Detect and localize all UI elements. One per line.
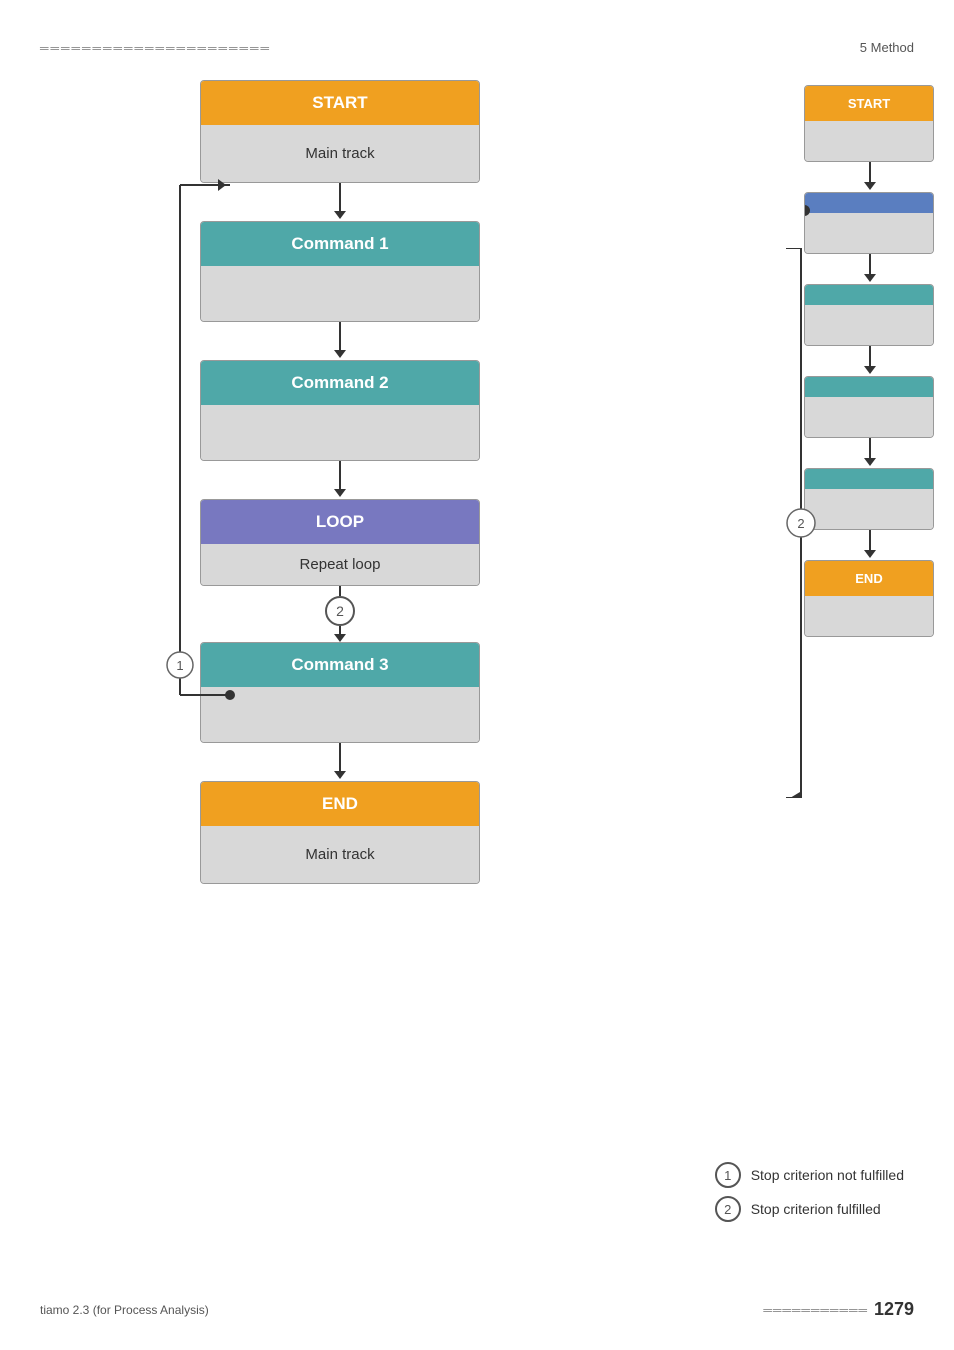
right-teal1-body bbox=[805, 305, 933, 345]
right-start-body bbox=[805, 121, 933, 161]
start-block: START Main track bbox=[200, 80, 480, 183]
legend-circle-2: 2 bbox=[715, 1196, 741, 1222]
header-dashes: ══════════════════════ bbox=[40, 41, 271, 55]
start-body: Main track bbox=[201, 125, 479, 182]
legend-text-2: Stop criterion fulfilled bbox=[751, 1201, 881, 1217]
right-feedback-svg: 2 bbox=[786, 248, 816, 798]
legend-item-1: 1 Stop criterion not fulfilled bbox=[715, 1162, 904, 1188]
legend-item-2: 2 Stop criterion fulfilled bbox=[715, 1196, 904, 1222]
end-body: Main track bbox=[201, 826, 479, 883]
svg-text:2: 2 bbox=[797, 516, 804, 531]
loop-number-badge: 2 bbox=[325, 596, 355, 626]
svg-text:1: 1 bbox=[176, 658, 183, 673]
legend-text-1: Stop criterion not fulfilled bbox=[751, 1167, 904, 1183]
right-end-header: END bbox=[805, 561, 933, 596]
right-cmd-blue-header bbox=[805, 193, 933, 213]
right-cmd-blue-body bbox=[805, 213, 933, 253]
right-diagram: START END bbox=[794, 85, 954, 637]
footer-page-number: 1279 bbox=[874, 1299, 914, 1320]
right-teal1-header bbox=[805, 285, 933, 305]
legend-circle-1: 1 bbox=[715, 1162, 741, 1188]
start-header: START bbox=[201, 81, 479, 125]
right-teal3-body bbox=[805, 489, 933, 529]
footer-left-text: tiamo 2.3 (for Process Analysis) bbox=[40, 1303, 209, 1317]
feedback-loop-svg: 1 bbox=[170, 185, 250, 695]
right-teal2-header bbox=[805, 377, 933, 397]
right-teal3-header bbox=[805, 469, 933, 489]
page-footer: tiamo 2.3 (for Process Analysis) ═══════… bbox=[40, 1299, 914, 1320]
right-teal2-body bbox=[805, 397, 933, 437]
end-header: END bbox=[201, 782, 479, 826]
header-method: 5 Method bbox=[860, 40, 914, 55]
end-block: END Main track bbox=[200, 781, 480, 884]
arrow-3 bbox=[339, 461, 341, 491]
footer-dashes: ═══════════ bbox=[763, 1303, 868, 1317]
right-start-header: START bbox=[805, 86, 933, 121]
command3-body bbox=[201, 687, 479, 742]
right-end-body bbox=[805, 596, 933, 636]
legend: 1 Stop criterion not fulfilled 2 Stop cr… bbox=[715, 1162, 904, 1230]
page-header: ══════════════════════ 5 Method bbox=[40, 40, 914, 55]
arrow-1 bbox=[339, 183, 341, 213]
arrow-2 bbox=[339, 322, 341, 352]
arrow-5 bbox=[339, 743, 341, 773]
